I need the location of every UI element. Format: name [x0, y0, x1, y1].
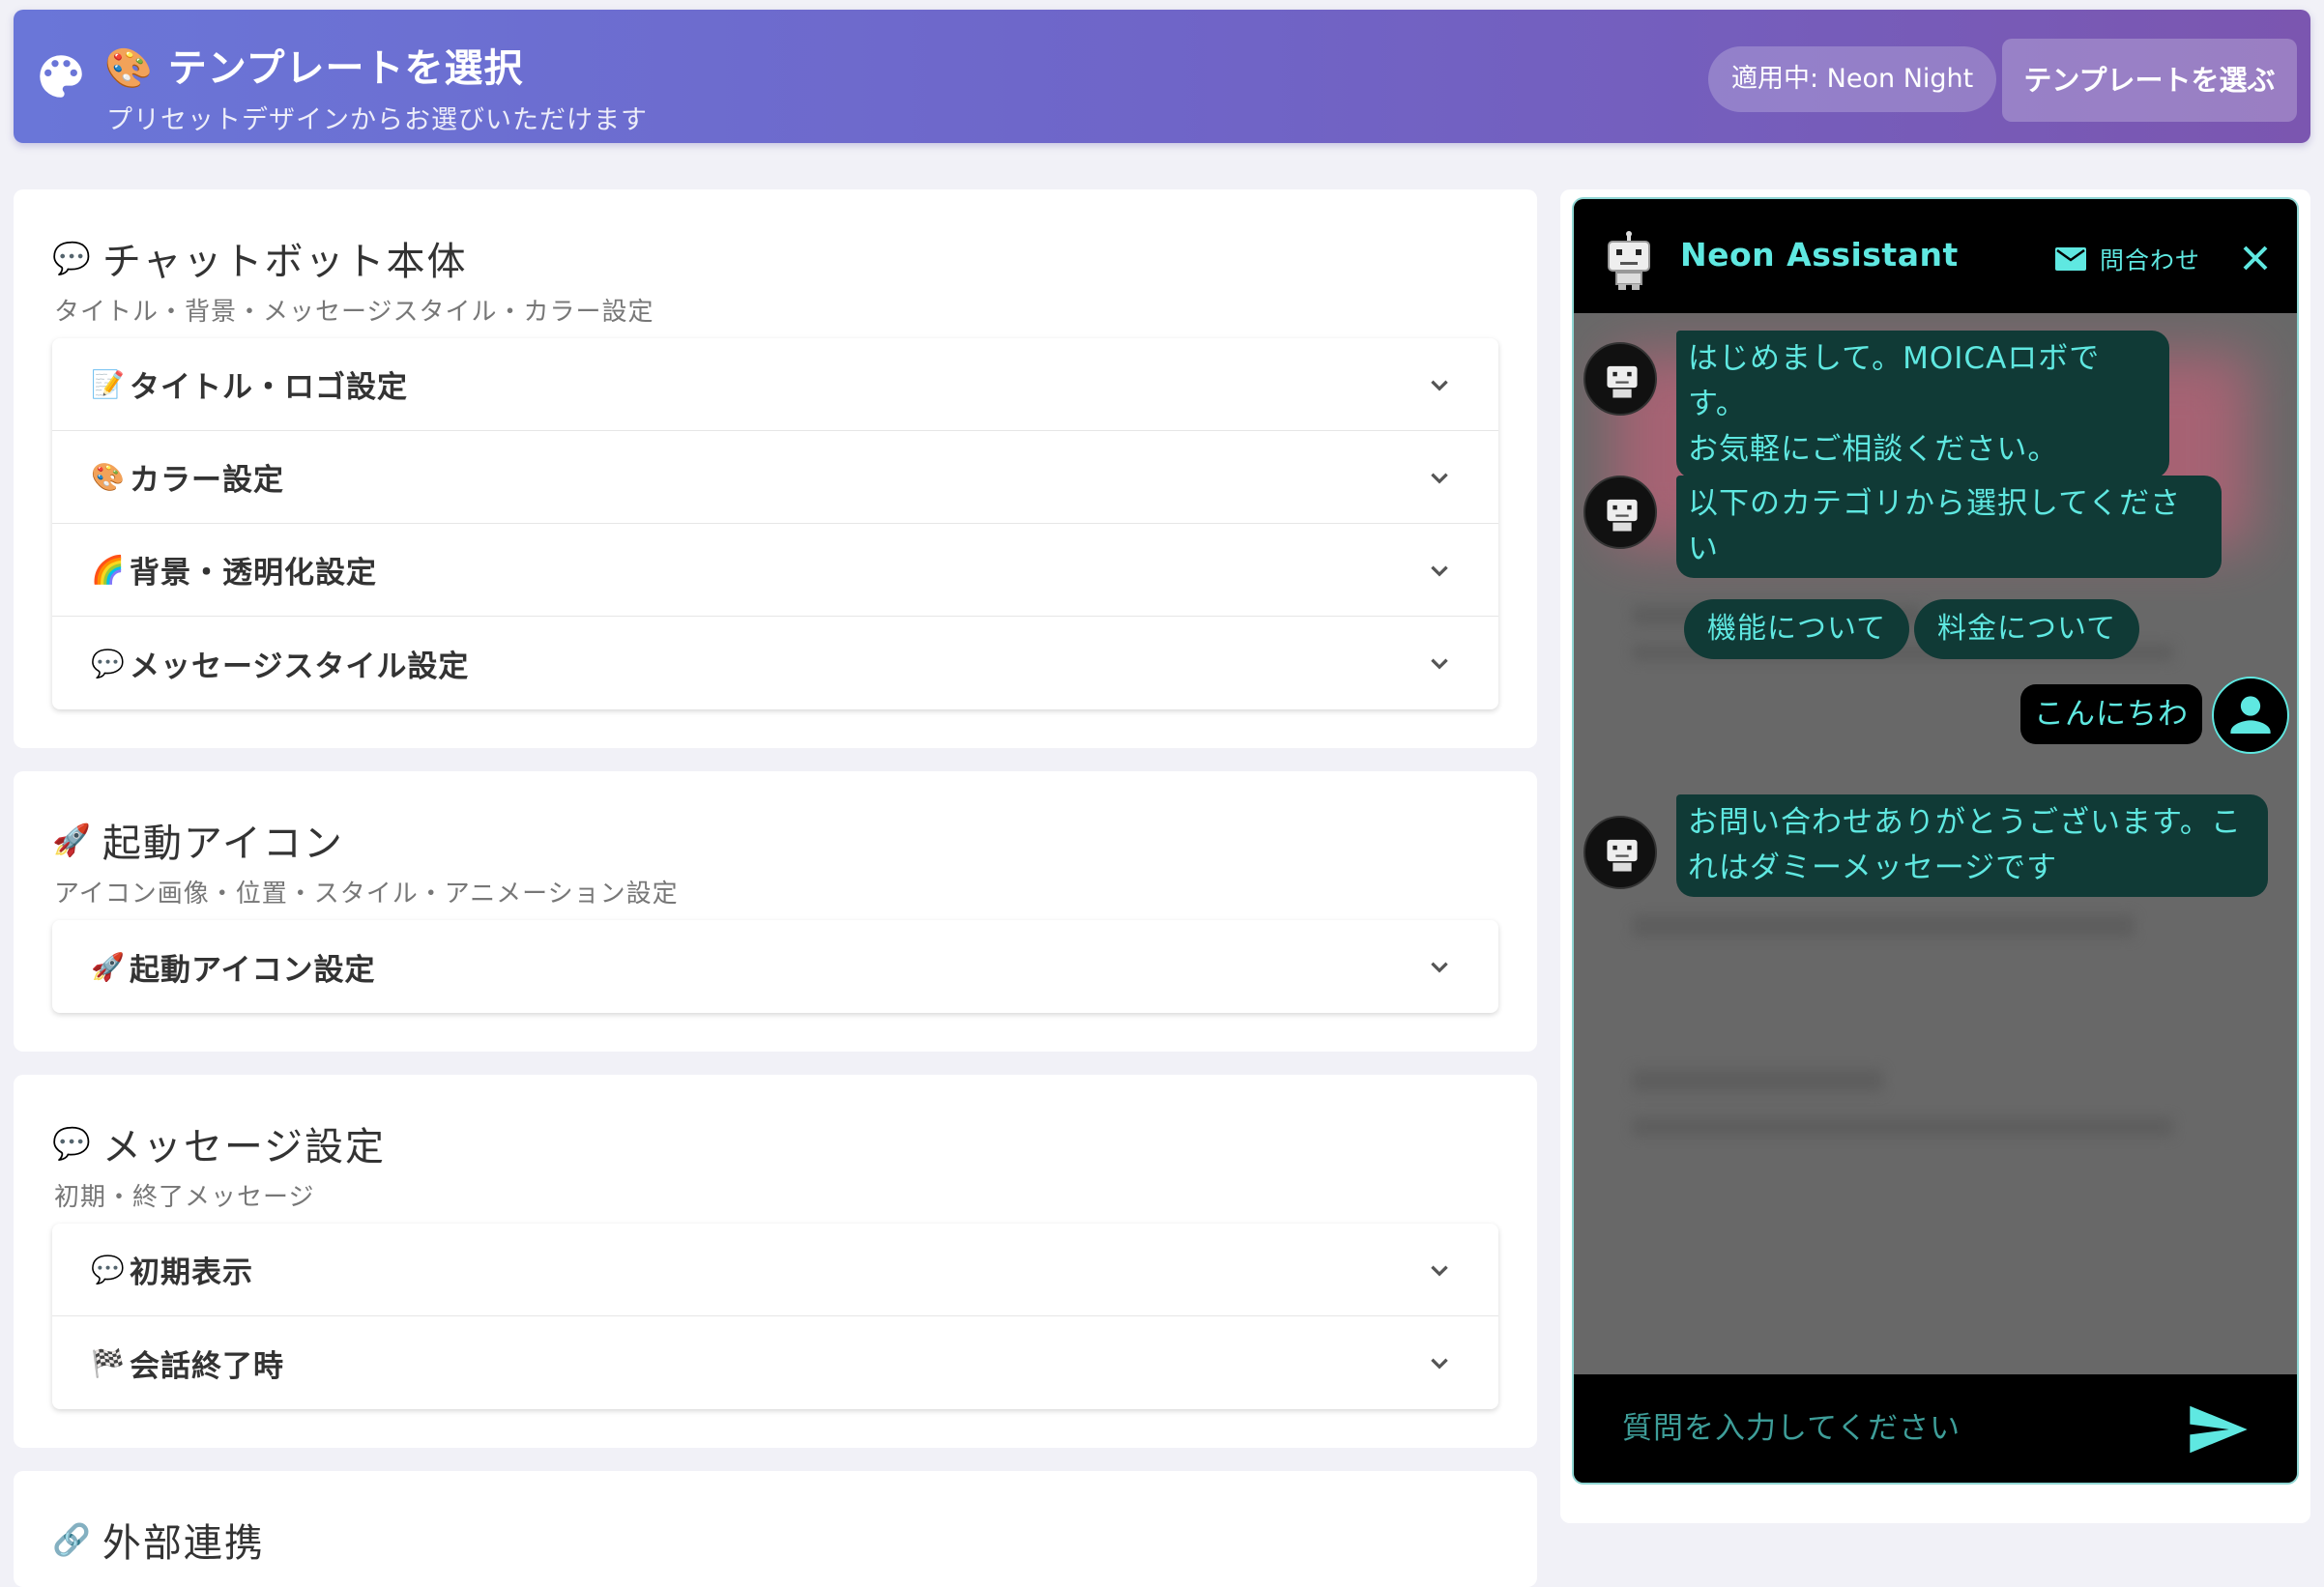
section-title: 💬 メッセージ設定 [52, 1115, 386, 1171]
accordion-item-background[interactable]: 🌈 背景・透明化設定 [52, 524, 1498, 617]
section-title-text: メッセージ設定 [102, 1125, 387, 1169]
accordion-item-label: タイトル・ロゴ設定 [130, 370, 408, 405]
section-title-text: 起動アイコン [102, 822, 344, 866]
section-emoji: 🚀 [52, 822, 93, 858]
section-emoji: 💬 [52, 1125, 93, 1162]
bot-avatar [1583, 342, 1657, 416]
bot-message: はじめまして。MOICAロボです。 お気軽にご相談ください。 [1676, 331, 2169, 478]
chevron-down-icon [1431, 962, 1448, 973]
message-line: はじめまして。MOICAロボです。 [1688, 341, 2101, 421]
accordion-item-label: カラー設定 [130, 463, 284, 498]
rocket-icon: 🚀 [91, 950, 126, 983]
user-avatar [2212, 677, 2289, 754]
message-line: お気軽にご相談ください。 [1688, 432, 2059, 467]
blurred-background-shape [1632, 914, 2135, 938]
robot-icon [1607, 499, 1638, 532]
rainbow-icon: 🌈 [91, 554, 126, 586]
section-launcher-icon: 🚀 起動アイコン アイコン画像・位置・スタイル・アニメーション設定 🚀 起動アイ… [14, 771, 1537, 1052]
accordion-item-label: メッセージスタイル設定 [130, 649, 470, 684]
chat-input-bar [1574, 1374, 2297, 1483]
chevron-down-icon [1431, 565, 1448, 577]
section-message-settings: 💬 メッセージ設定 初期・終了メッセージ 💬 初期表示 🏁 会話終了時 [14, 1075, 1537, 1448]
blurred-background-shape [1632, 1069, 1883, 1092]
quick-reply-features[interactable]: 機能について [1684, 599, 1910, 659]
accordion-item-label: 背景・透明化設定 [130, 556, 377, 591]
contact-link[interactable]: 問合わせ [2100, 242, 2200, 276]
quick-reply-pricing[interactable]: 料金について [1914, 599, 2140, 659]
accordion: 💬 初期表示 🏁 会話終了時 [52, 1224, 1498, 1409]
user-message: こんにちわ [2020, 684, 2202, 744]
banner-subtitle: プリセットデザインからお選びいただけます [106, 105, 648, 135]
chevron-down-icon [1431, 1358, 1448, 1370]
chat-input[interactable] [1622, 1399, 2164, 1457]
send-icon[interactable] [2187, 1403, 2251, 1456]
section-subtitle: タイトル・背景・メッセージスタイル・カラー設定 [54, 298, 654, 327]
section-title: 🚀 起動アイコン [52, 812, 344, 868]
template-banner: 🎨 テンプレートを選択 プリセットデザインからお選びいただけます 適用中: Ne… [14, 10, 2310, 143]
robot-logo-icon [1608, 231, 1650, 290]
robot-icon [1607, 365, 1638, 398]
accordion-item-label: 初期表示 [130, 1255, 253, 1290]
accordion-item-launcher[interactable]: 🚀 起動アイコン設定 [52, 920, 1498, 1013]
palette-icon [40, 55, 82, 98]
applied-template-badge: 適用中: Neon Night [1708, 46, 1997, 112]
banner-emoji: 🎨 [104, 46, 154, 91]
section-title-text: 外部連携 [102, 1521, 265, 1566]
speech-bubble-icon: 💬 [91, 1254, 126, 1285]
banner-title-text: テンプレートを選択 [167, 46, 524, 91]
speech-bubble-icon: 💬 [91, 647, 126, 679]
bot-message: お問い合わせありがとうございます。こ れはダミーメッセージです [1676, 794, 2268, 897]
person-icon [2230, 696, 2271, 734]
section-title: 💬 チャットボット本体 [52, 230, 467, 286]
bot-message: 以下のカテゴリから選択してください [1676, 476, 2222, 578]
accordion: 📝 タイトル・ロゴ設定 🎨 カラー設定 🌈 背景・透明化設定 💬 メッセージスタ… [52, 338, 1498, 709]
accordion: 🚀 起動アイコン設定 [52, 920, 1498, 1013]
accordion-item-title-logo[interactable]: 📝 タイトル・ロゴ設定 [52, 338, 1498, 431]
accordion-item-color[interactable]: 🎨 カラー設定 [52, 431, 1498, 524]
section-emoji: 💬 [52, 240, 93, 276]
accordion-item-label: 会話終了時 [130, 1348, 284, 1384]
accordion-item-label: 起動アイコン設定 [130, 952, 376, 988]
section-subtitle: 初期・終了メッセージ [54, 1183, 315, 1212]
blurred-background-shape [1632, 1117, 2173, 1137]
accordion-item-message-style[interactable]: 💬 メッセージスタイル設定 [52, 617, 1498, 709]
palette-icon: 🎨 [91, 461, 126, 493]
memo-icon: 📝 [91, 368, 126, 400]
mail-icon[interactable] [2055, 247, 2086, 271]
chat-preview-window: Neon Assistant 問合わせ はじめまして。MOICAロボです。 お気… [1572, 197, 2299, 1485]
banner-title: 🎨 テンプレートを選択 [104, 37, 524, 93]
checkered-flag-icon: 🏁 [91, 1346, 126, 1379]
message-line: れはダミーメッセージです [1688, 851, 2058, 885]
robot-icon [1607, 839, 1638, 872]
chevron-down-icon [1431, 380, 1448, 391]
section-title: 🔗 外部連携 [52, 1512, 265, 1568]
bot-avatar [1583, 816, 1657, 889]
accordion-item-conversation-end[interactable]: 🏁 会話終了時 [52, 1316, 1498, 1409]
choose-template-button[interactable]: テンプレートを選ぶ [2002, 39, 2297, 122]
chat-assistant-name: Neon Assistant [1680, 236, 1959, 274]
chat-header: Neon Assistant 問合わせ [1574, 199, 2297, 313]
bot-avatar [1583, 476, 1657, 549]
chevron-down-icon [1431, 473, 1448, 484]
section-subtitle: アイコン画像・位置・スタイル・アニメーション設定 [54, 880, 679, 909]
chevron-down-icon [1431, 658, 1448, 670]
section-external-integration: 🔗 外部連携 [14, 1471, 1537, 1587]
message-line: お問い合わせありがとうございます。こ [1688, 805, 2242, 840]
section-chatbot-body: 💬 チャットボット本体 タイトル・背景・メッセージスタイル・カラー設定 📝 タイ… [14, 189, 1537, 748]
section-emoji: 🔗 [52, 1521, 93, 1558]
section-title-text: チャットボット本体 [102, 240, 468, 284]
accordion-item-initial-display[interactable]: 💬 初期表示 [52, 1224, 1498, 1316]
close-icon[interactable] [2241, 244, 2270, 273]
chevron-down-icon [1431, 1265, 1448, 1277]
